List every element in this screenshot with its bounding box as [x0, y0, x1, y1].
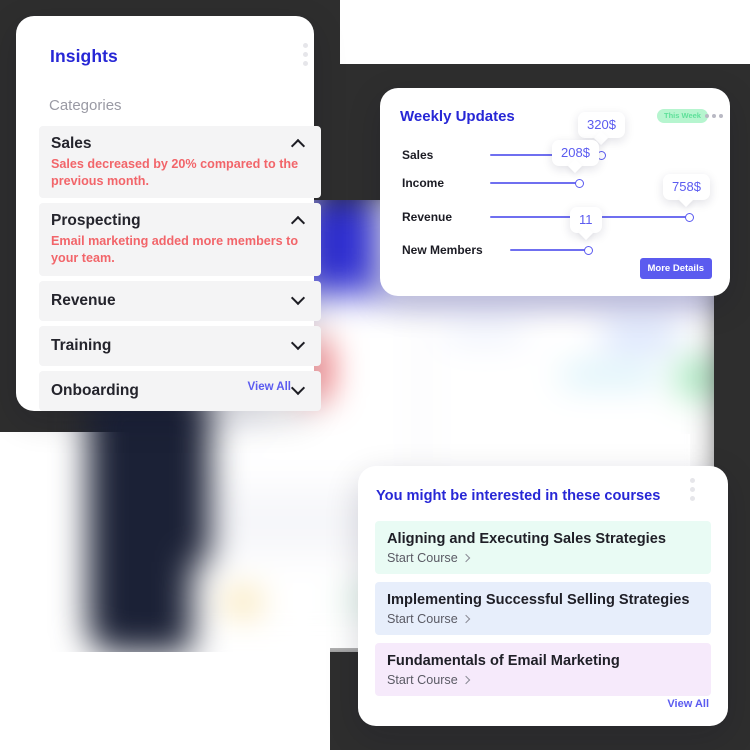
course-item-aligning-sales[interactable]: Aligning and Executing Sales Strategies …: [375, 521, 711, 574]
metric-value-revenue: 758$: [663, 174, 710, 200]
chevron-up-icon[interactable]: [292, 138, 305, 151]
chevron-down-icon[interactable]: [292, 384, 305, 397]
category-name: Revenue: [51, 291, 116, 309]
category-item-revenue[interactable]: Revenue: [39, 280, 321, 321]
kebab-menu-horizontal-icon[interactable]: [705, 114, 723, 118]
start-course-link[interactable]: Start Course: [387, 612, 699, 626]
metric-value-income: 208$: [552, 140, 599, 166]
course-item-email-marketing[interactable]: Fundamentals of Email Marketing Start Co…: [375, 643, 711, 696]
metric-value-new-members: 11: [570, 207, 602, 233]
metric-label-income: Income: [402, 176, 445, 190]
insights-view-all-link[interactable]: View All: [248, 381, 291, 393]
start-course-link[interactable]: Start Course: [387, 551, 699, 565]
chevron-right-icon: [463, 616, 470, 623]
category-name: Onboarding: [51, 381, 139, 399]
chevron-down-icon[interactable]: [292, 339, 305, 352]
course-item-selling-strategies[interactable]: Implementing Successful Selling Strategi…: [375, 582, 711, 635]
this-week-badge: This Week: [657, 109, 708, 123]
chevron-up-icon[interactable]: [292, 215, 305, 228]
category-name: Sales: [51, 135, 92, 152]
category-item-prospecting[interactable]: Prospecting Email marketing added more m…: [39, 203, 321, 276]
categories-label: Categories: [49, 97, 122, 114]
category-description: Email marketing added more members to yo…: [51, 234, 299, 266]
slider-track-new-members[interactable]: [510, 249, 587, 251]
course-title: Aligning and Executing Sales Strategies: [387, 531, 666, 547]
start-course-label: Start Course: [387, 612, 458, 626]
category-description: Sales decreased by 20% compared to the p…: [51, 157, 299, 188]
metric-value-sales: 320$: [578, 112, 625, 138]
insights-category-list: Sales Sales decreased by 20% compared to…: [39, 126, 321, 416]
chevron-right-icon: [463, 555, 470, 562]
courses-list: Aligning and Executing Sales Strategies …: [375, 521, 711, 704]
metric-label-sales: Sales: [402, 148, 434, 162]
course-title: Fundamentals of Email Marketing: [387, 653, 620, 669]
chevron-right-icon: [463, 677, 470, 684]
category-name: Prospecting: [51, 212, 141, 230]
screenshot-root: Insights Categories Sales Sales decrease…: [0, 0, 750, 750]
start-course-label: Start Course: [387, 551, 458, 565]
more-details-button[interactable]: More Details: [639, 258, 712, 279]
category-item-sales[interactable]: Sales Sales decreased by 20% compared to…: [39, 126, 321, 199]
category-item-training[interactable]: Training: [39, 325, 321, 366]
category-name: Training: [51, 336, 112, 354]
weekly-updates-card: Weekly Updates This Week Sales 320$ Inco…: [380, 88, 730, 296]
start-course-link[interactable]: Start Course: [387, 673, 699, 687]
slider-handle-revenue[interactable]: [685, 213, 694, 222]
slider-handle-new-members[interactable]: [584, 246, 593, 255]
chevron-down-icon[interactable]: [292, 294, 305, 307]
slider-handle-income[interactable]: [575, 179, 584, 188]
course-title: Implementing Successful Selling Strategi…: [387, 592, 690, 608]
metric-label-new-members: New Members: [402, 243, 483, 257]
recommended-courses-card: You might be interested in these courses…: [358, 466, 728, 726]
kebab-menu-icon[interactable]: [690, 478, 695, 501]
kebab-menu-icon[interactable]: [303, 43, 308, 66]
weekly-updates-title: Weekly Updates: [400, 108, 515, 125]
slider-track-income[interactable]: [490, 182, 578, 184]
courses-title: You might be interested in these courses: [376, 488, 661, 504]
courses-view-all-link[interactable]: View All: [667, 698, 709, 710]
insights-card: Insights Categories Sales Sales decrease…: [16, 16, 321, 411]
start-course-label: Start Course: [387, 673, 458, 687]
metric-label-revenue: Revenue: [402, 210, 453, 224]
insights-title: Insights: [50, 46, 118, 66]
